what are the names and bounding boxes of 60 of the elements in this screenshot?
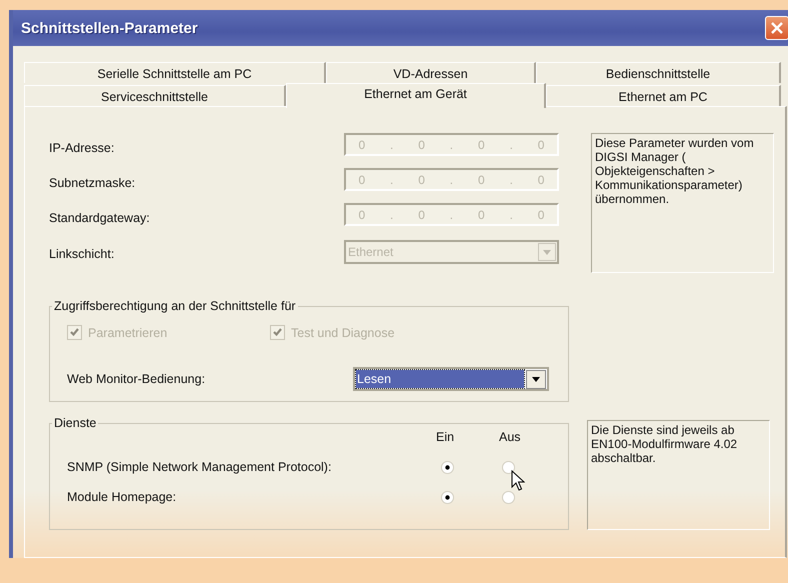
ip-octet: 0	[358, 208, 366, 222]
ip-separator: .	[510, 172, 513, 186]
ip-separator: .	[510, 208, 513, 222]
radio-dot-icon	[445, 494, 450, 500]
ip-separator: .	[510, 138, 513, 152]
ip-octet: 0	[358, 138, 366, 152]
ip-separator: .	[390, 172, 394, 186]
check-icon	[273, 328, 282, 337]
tab[interactable]: VD-Adressen	[326, 62, 536, 83]
field-label: Linkschicht:	[49, 246, 116, 261]
group-title: Dienste	[53, 416, 98, 430]
ip-octet: 0	[358, 172, 366, 186]
column-header: Aus	[499, 430, 521, 444]
ip-octet: 0	[478, 138, 485, 152]
tab[interactable]: Bedienschnittstelle	[536, 62, 781, 83]
dropdown-button[interactable]	[526, 370, 546, 388]
info-text: Die Dienste sind jeweils ab EN100-Modulfirmware 4.02 abschaltbar.	[587, 420, 770, 530]
checkbox-label: Test und Diagnose	[291, 326, 395, 340]
dropdown-value: Ethernet	[348, 245, 394, 259]
ip-octet: 0	[478, 208, 485, 222]
ip-octet: 0	[478, 172, 485, 186]
info-text: Diese Parameter wurden vom DIGSI Manager ( Objekteigenschaften > Kommunikationsparameter) übernommen.	[591, 133, 774, 273]
field-label: Subnetzmaske:	[49, 174, 136, 190]
service-label: SNMP (Simple Network Management Protocol):	[67, 460, 332, 474]
ip-separator: .	[390, 208, 394, 222]
ip-octet: 0	[538, 208, 544, 222]
field-label: Standardgateway:	[49, 210, 151, 224]
ip-separator: .	[450, 138, 454, 152]
caret-icon	[543, 250, 551, 254]
radio-button[interactable]	[502, 460, 515, 474]
ip-separator: .	[390, 138, 394, 152]
radio-button[interactable]	[441, 460, 454, 474]
mouse-cursor-icon	[511, 470, 525, 492]
ip-separator: .	[450, 172, 454, 186]
tab[interactable]: Ethernet am Gerät	[286, 83, 546, 108]
ip-separator: .	[450, 208, 454, 222]
tab[interactable]: Serielle Schnittstelle am PC	[24, 62, 326, 83]
window-title: Schnittstellen-Parameter	[21, 20, 198, 36]
column-header: Ein	[436, 430, 454, 444]
ip-octet: 0	[418, 208, 425, 222]
dropdown-field[interactable]: Lesen	[353, 367, 549, 391]
radio-button[interactable]	[441, 490, 454, 504]
checkbox-label: Parametrieren	[88, 326, 168, 340]
tab[interactable]: Ethernet am PC	[546, 85, 781, 106]
close-icon	[770, 21, 784, 35]
ip-octet: 0	[538, 172, 544, 186]
tab[interactable]: Serviceschnittstelle	[24, 85, 286, 106]
radio-dot-icon	[445, 464, 450, 470]
caret-icon	[532, 376, 540, 382]
field-label: Web Monitor-Bedienung:	[67, 372, 206, 386]
check-icon	[70, 328, 79, 337]
ip-octet: 0	[418, 138, 425, 152]
ip-octet: 0	[538, 138, 544, 152]
field-label: IP-Adresse:	[49, 140, 116, 154]
dropdown-value: Lesen	[356, 370, 524, 388]
ip-octet: 0	[418, 172, 425, 186]
close-button[interactable]	[765, 16, 788, 40]
service-label: Module Homepage:	[67, 490, 178, 504]
group-title: Zugriffsberechtigung an der Schnittstelle für	[53, 299, 297, 313]
radio-button[interactable]	[502, 490, 515, 504]
